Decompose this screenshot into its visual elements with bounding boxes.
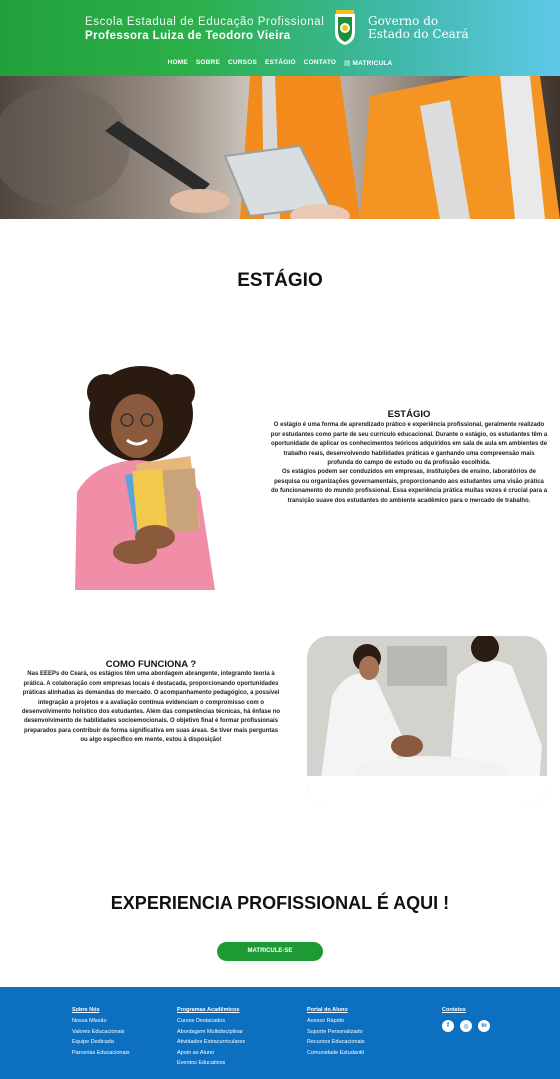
footer-link[interactable]: Cursos Destacados [177,1018,245,1024]
social-links: f ◎ in [442,1020,490,1032]
instagram-icon[interactable]: ◎ [460,1020,472,1032]
como-funciona-heading: COMO FUNCIONA ? [105,659,197,670]
como-funciona-block: COMO FUNCIONA ? Nas EEEPs do Ceará, os e… [20,660,282,746]
linkedin-icon[interactable]: in [478,1020,490,1032]
estagio-description: ESTÁGIO O estágio é uma forma de aprendi… [270,410,548,506]
footer-link[interactable]: Parcerias Educacionais [72,1050,129,1056]
main-nav: HOME SOBRE CURSOS ESTÁGIO CONTATO ▤ MATR… [0,59,560,67]
footer-link[interactable]: Atividades Extracurriculares [177,1039,245,1045]
footer-col-programs: Programas Acadêmicos Cursos Destacados A… [177,1007,245,1071]
school-name-line1: Escola Estadual de Educação Profissional [85,16,325,28]
footer-link[interactable]: Valores Educacionais [72,1029,129,1035]
footer-link[interactable]: Nossa Missão [72,1018,129,1024]
hero-illustration [0,76,560,219]
footer-col-contacts-title[interactable]: Contatos [442,1007,466,1013]
footer-link[interactable]: Recursos Educacionais [307,1039,364,1045]
footer-col-about-title[interactable]: Sobre Nós [72,1007,129,1013]
nav-estagio[interactable]: ESTÁGIO [265,59,296,67]
nav-matricula[interactable]: ▤ MATRICULA [344,59,392,67]
nav-sobre[interactable]: SOBRE [196,59,220,67]
footer-col-portal: Portal do Aluno Acesso Rápido Suporte Pe… [307,1007,364,1060]
footer-link[interactable]: Equipe Dedicada [72,1039,129,1045]
student-photo [75,366,215,590]
nav-matricula-label: MATRICULA [352,60,393,67]
nav-home[interactable]: HOME [168,59,188,67]
footer-link[interactable]: Suporte Personalizado [307,1029,364,1035]
hero-banner-image [0,76,560,219]
state-crest-icon [335,10,355,45]
site-footer: Sobre Nós Nossa Missão Valores Educacion… [0,987,560,1079]
estagio-heading: ESTÁGIO [387,409,431,420]
footer-col-portal-title[interactable]: Portal do Aluno [307,1007,364,1013]
footer-link[interactable]: Eventos Educativos [177,1060,245,1066]
government-logo-text: Governo do Estado do Ceará [368,15,469,41]
cta-title: EXPERIENCIA PROFISSIONAL É AQUI ! [110,893,450,913]
nav-contato[interactable]: CONTATO [304,59,336,67]
school-name: Escola Estadual de Educação Profissional… [85,16,324,42]
enroll-button[interactable]: MATRICULE-SE [217,942,323,961]
estagio-paragraph-1: O estágio é uma forma de aprendizado prá… [270,422,548,467]
footer-link[interactable]: Acesso Rápido [307,1018,364,1024]
lab-training-photo [307,636,547,808]
site-header: Escola Estadual de Educação Profissional… [0,0,560,76]
facebook-icon[interactable]: f [442,1020,454,1032]
footer-col-contacts: Contatos [442,1007,466,1018]
footer-link[interactable]: Apoio ao Aluno [177,1050,245,1056]
como-funciona-text: Nas EEEPs do Ceará, os estágios têm uma … [21,671,281,744]
footer-link[interactable]: Comunidade Estudantil [307,1050,364,1056]
lab-training-illustration [307,636,547,808]
footer-link[interactable]: Abordagem Multidisciplinar [177,1029,245,1035]
footer-col-programs-title[interactable]: Programas Acadêmicos [177,1007,245,1013]
footer-col-about: Sobre Nós Nossa Missão Valores Educacion… [72,1007,129,1060]
nav-cursos[interactable]: CURSOS [228,59,257,67]
page-title: ESTÁGIO [237,270,323,291]
school-name-line2: Professora Luiza de Teodoro Vieira [85,30,291,42]
gov-line2: Estado do Ceará [368,27,469,41]
estagio-paragraph-2: Os estágios podem ser conduzidos em empr… [270,469,548,504]
